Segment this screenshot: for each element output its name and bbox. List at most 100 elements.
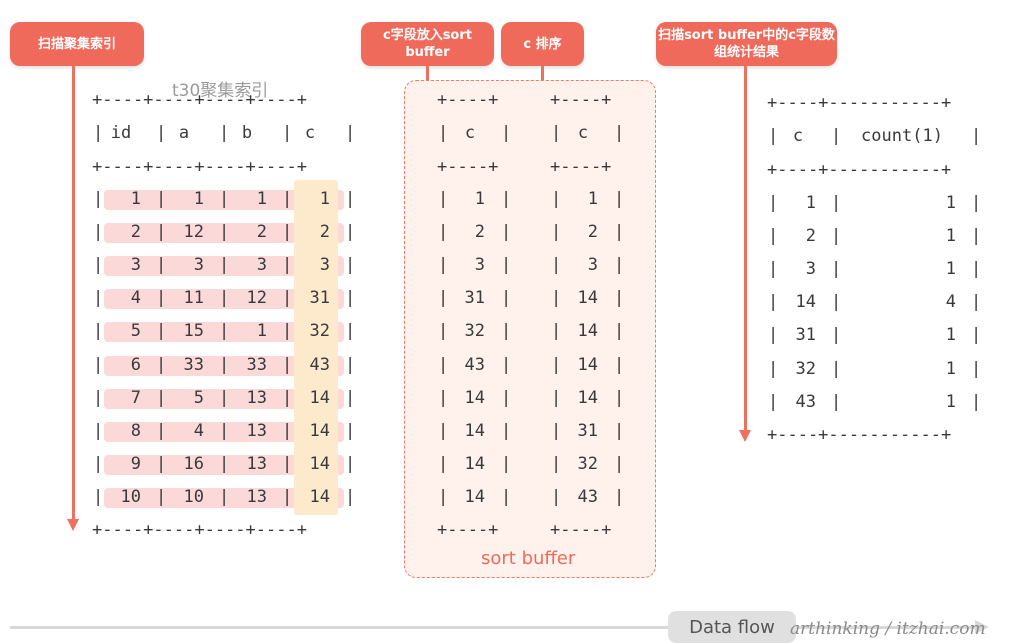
table1-cell-b: 3: [256, 255, 267, 276]
result-row-pipe: |: [768, 259, 779, 280]
result-cell-count: 1: [945, 358, 956, 379]
table1-cell-b: 1: [256, 321, 267, 342]
buffer1-pipe: |: [501, 453, 512, 474]
buffer1-pipe: |: [438, 354, 449, 375]
buffer1-pipe: |: [438, 387, 449, 408]
result-row-pipe: |: [831, 391, 842, 412]
result-header-pipe: |: [971, 126, 982, 146]
result-cell-c: 32: [795, 358, 816, 379]
result-cell-c: 2: [805, 226, 816, 247]
table1-row-pipe: |: [345, 453, 356, 474]
buffer1-pipe: |: [501, 387, 512, 408]
buffer2-pipe: |: [614, 354, 625, 375]
group-arrow: [739, 66, 751, 442]
buffer1-header-c: c: [464, 123, 476, 143]
buffer1-value: 31: [464, 288, 485, 309]
put-c-into-sort-buffer-label: c字段放入sort buffer: [361, 22, 494, 66]
buffer1-header-border: +----+: [437, 157, 499, 177]
result-header-pipe: |: [768, 126, 779, 146]
table1-cell-a: 1: [193, 189, 204, 209]
table1-row-pipe: |: [345, 387, 356, 408]
table1-cell-id: 5: [130, 321, 141, 342]
scan-arrow: [67, 66, 79, 531]
buffer1-value: 3: [474, 255, 485, 276]
buffer2-header-c: c: [577, 123, 589, 143]
buffer2-pipe: |: [551, 354, 562, 375]
table1-cell-b: 13: [246, 420, 267, 441]
buffer1-pipe: |: [438, 189, 449, 209]
table1-cell-id: 10: [120, 486, 141, 507]
table1-cell-a: 15: [183, 321, 204, 342]
buffer2-value: 1: [587, 189, 598, 209]
table1-cell-b: 13: [246, 387, 267, 408]
result-cell-c: 3: [805, 259, 816, 280]
table1-cell-a: 4: [193, 420, 204, 441]
buffer1-pipe: |: [438, 486, 449, 507]
c-sort-label: c 排序: [501, 22, 584, 66]
buffer1-pipe: |: [438, 321, 449, 342]
result-top-border: +----+-----------+: [767, 93, 952, 113]
result-cell-count: 1: [945, 226, 956, 247]
result-bottom-border: +----+-----------+: [767, 425, 952, 445]
table1-cell-c: 14: [309, 420, 330, 441]
buffer1-value: 43: [464, 354, 485, 375]
table1-cell-id: 6: [130, 354, 141, 375]
result-row-pipe: |: [971, 358, 982, 379]
scan-clustered-index-label: 扫描聚集索引: [10, 22, 144, 66]
buffer2-pipe: |: [551, 222, 562, 243]
table1-cell-a: 16: [183, 453, 204, 474]
buffer2-pipe: |: [614, 189, 625, 209]
result-row-pipe: |: [768, 358, 779, 379]
table1-cell-a: 11: [183, 288, 204, 309]
result-cell-c: 31: [795, 325, 816, 346]
buffer1-value: 14: [464, 453, 485, 474]
table1-cell-id: 2: [130, 222, 141, 243]
table1-header-border: +----+----+----+----+: [92, 157, 307, 177]
result-cell-c: 1: [805, 193, 816, 213]
table1-header-b: b: [241, 123, 253, 143]
result-row-pipe: |: [768, 325, 779, 346]
buffer2-pipe: |: [551, 453, 562, 474]
table1-cell-id: 8: [130, 420, 141, 441]
table1-cell-c: 14: [309, 387, 330, 408]
table1-row-pipe: |: [345, 486, 356, 507]
buffer1-pipe: |: [501, 321, 512, 342]
buffer2-pipe: |: [551, 486, 562, 507]
table1-cell-c: 1: [319, 189, 330, 209]
result-row-pipe: |: [831, 292, 842, 313]
buffer1-pipe: |: [501, 222, 512, 243]
table1-row-pipe: |: [345, 189, 356, 209]
table1-row-pipe: |: [345, 354, 356, 375]
result-row-pipe: |: [768, 292, 779, 313]
buffer1-pipe: |: [438, 222, 449, 243]
table1-bottom-border: +----+----+----+----+: [92, 520, 307, 540]
buffer1-pipe: |: [501, 288, 512, 309]
buffer1-pipe: |: [438, 453, 449, 474]
result-cell-c: 14: [795, 292, 816, 313]
buffer2-value: 43: [577, 486, 598, 507]
buffer1-value: 2: [474, 222, 485, 243]
buffer2-pipe: |: [551, 255, 562, 276]
buffer1-top-border: +----+: [437, 90, 499, 110]
result-cell-count: 1: [945, 391, 956, 412]
table1-top-border: +----+----+----+----+: [92, 90, 307, 110]
watermark: arthinking / itzhai.com: [790, 619, 986, 639]
buffer2-pipe: |: [551, 189, 562, 209]
table1-cell-a: 12: [183, 222, 204, 243]
buffer2-pipe: |: [551, 420, 562, 441]
buffer2-value: 2: [587, 222, 598, 243]
buffer2-header-border: +----+: [550, 157, 612, 177]
buffer2-pipe: |: [614, 486, 625, 507]
table1-cell-a: 33: [183, 354, 204, 375]
buffer2-value: 14: [577, 321, 598, 342]
buffer1-value: 14: [464, 387, 485, 408]
table1-cell-b: 13: [246, 486, 267, 507]
result-cell-c: 43: [795, 391, 816, 412]
table1-header-a: a: [178, 123, 190, 143]
sort-buffer-caption: sort buffer: [481, 548, 576, 569]
table1-cell-c: 31: [309, 288, 330, 309]
table1-cell-a: 5: [193, 387, 204, 408]
result-header-pipe: |: [831, 126, 842, 146]
buffer1-pipe: |: [501, 255, 512, 276]
table1-row-pipe: |: [345, 420, 356, 441]
